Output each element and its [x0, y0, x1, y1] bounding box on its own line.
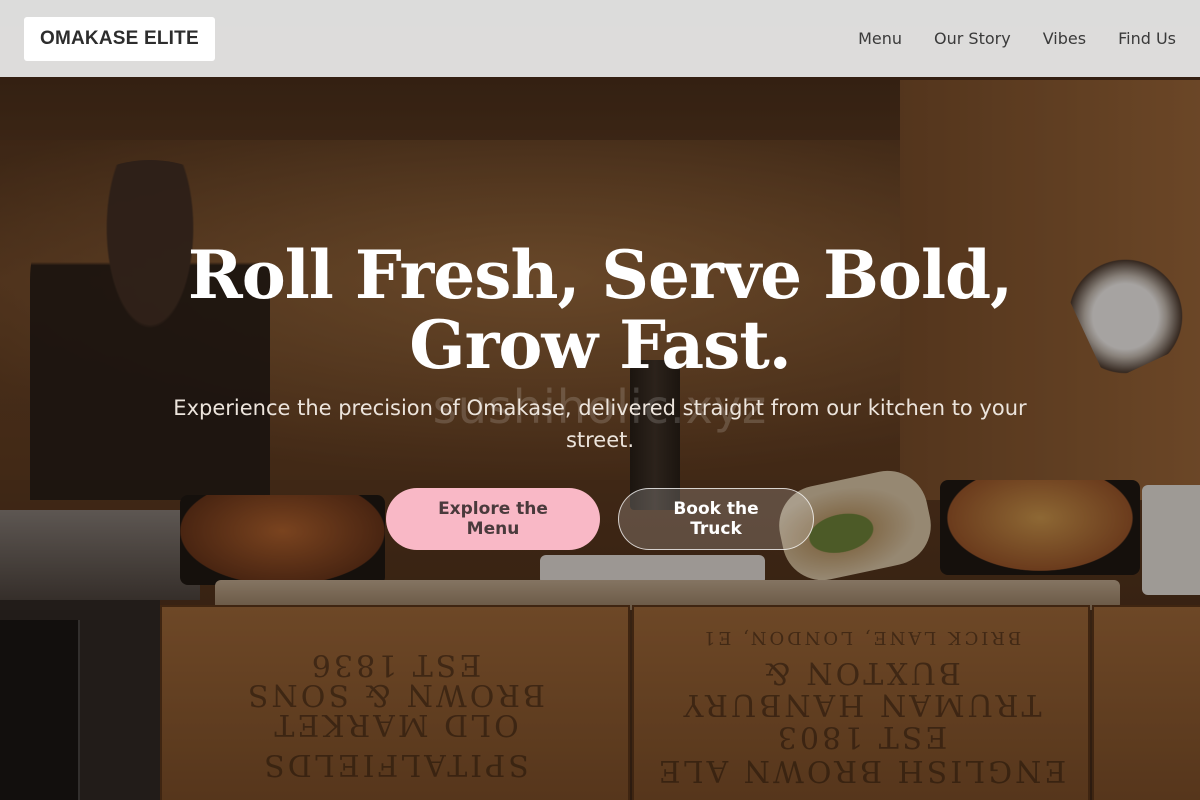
hero-subtitle: Experience the precision of Omakase, del…: [173, 396, 1027, 452]
hero-title-line-1: Roll Fresh, Serve Bold,: [187, 236, 1013, 314]
site-header: OMAKASE ELITE Menu Our Story Vibes Find …: [0, 0, 1200, 77]
nav-link-find-us[interactable]: Find Us: [1118, 29, 1176, 48]
nav-link-menu[interactable]: Menu: [858, 29, 902, 48]
hero-section: Roll Fresh, Serve Bold, Grow Fast. Exper…: [0, 240, 1200, 550]
nav-link-vibes[interactable]: Vibes: [1043, 29, 1086, 48]
book-truck-button[interactable]: Book the Truck: [618, 488, 814, 550]
explore-menu-button[interactable]: Explore the Menu: [386, 488, 600, 550]
main-nav: Menu Our Story Vibes Find Us: [858, 29, 1176, 48]
hero-title-line-2: Grow Fast.: [409, 306, 792, 384]
nav-link-our-story[interactable]: Our Story: [934, 29, 1011, 48]
cta-row: Explore the Menu Book the Truck: [0, 488, 1200, 550]
hero-title: Roll Fresh, Serve Bold, Grow Fast.: [0, 240, 1200, 380]
brand-logo[interactable]: OMAKASE ELITE: [24, 16, 215, 61]
